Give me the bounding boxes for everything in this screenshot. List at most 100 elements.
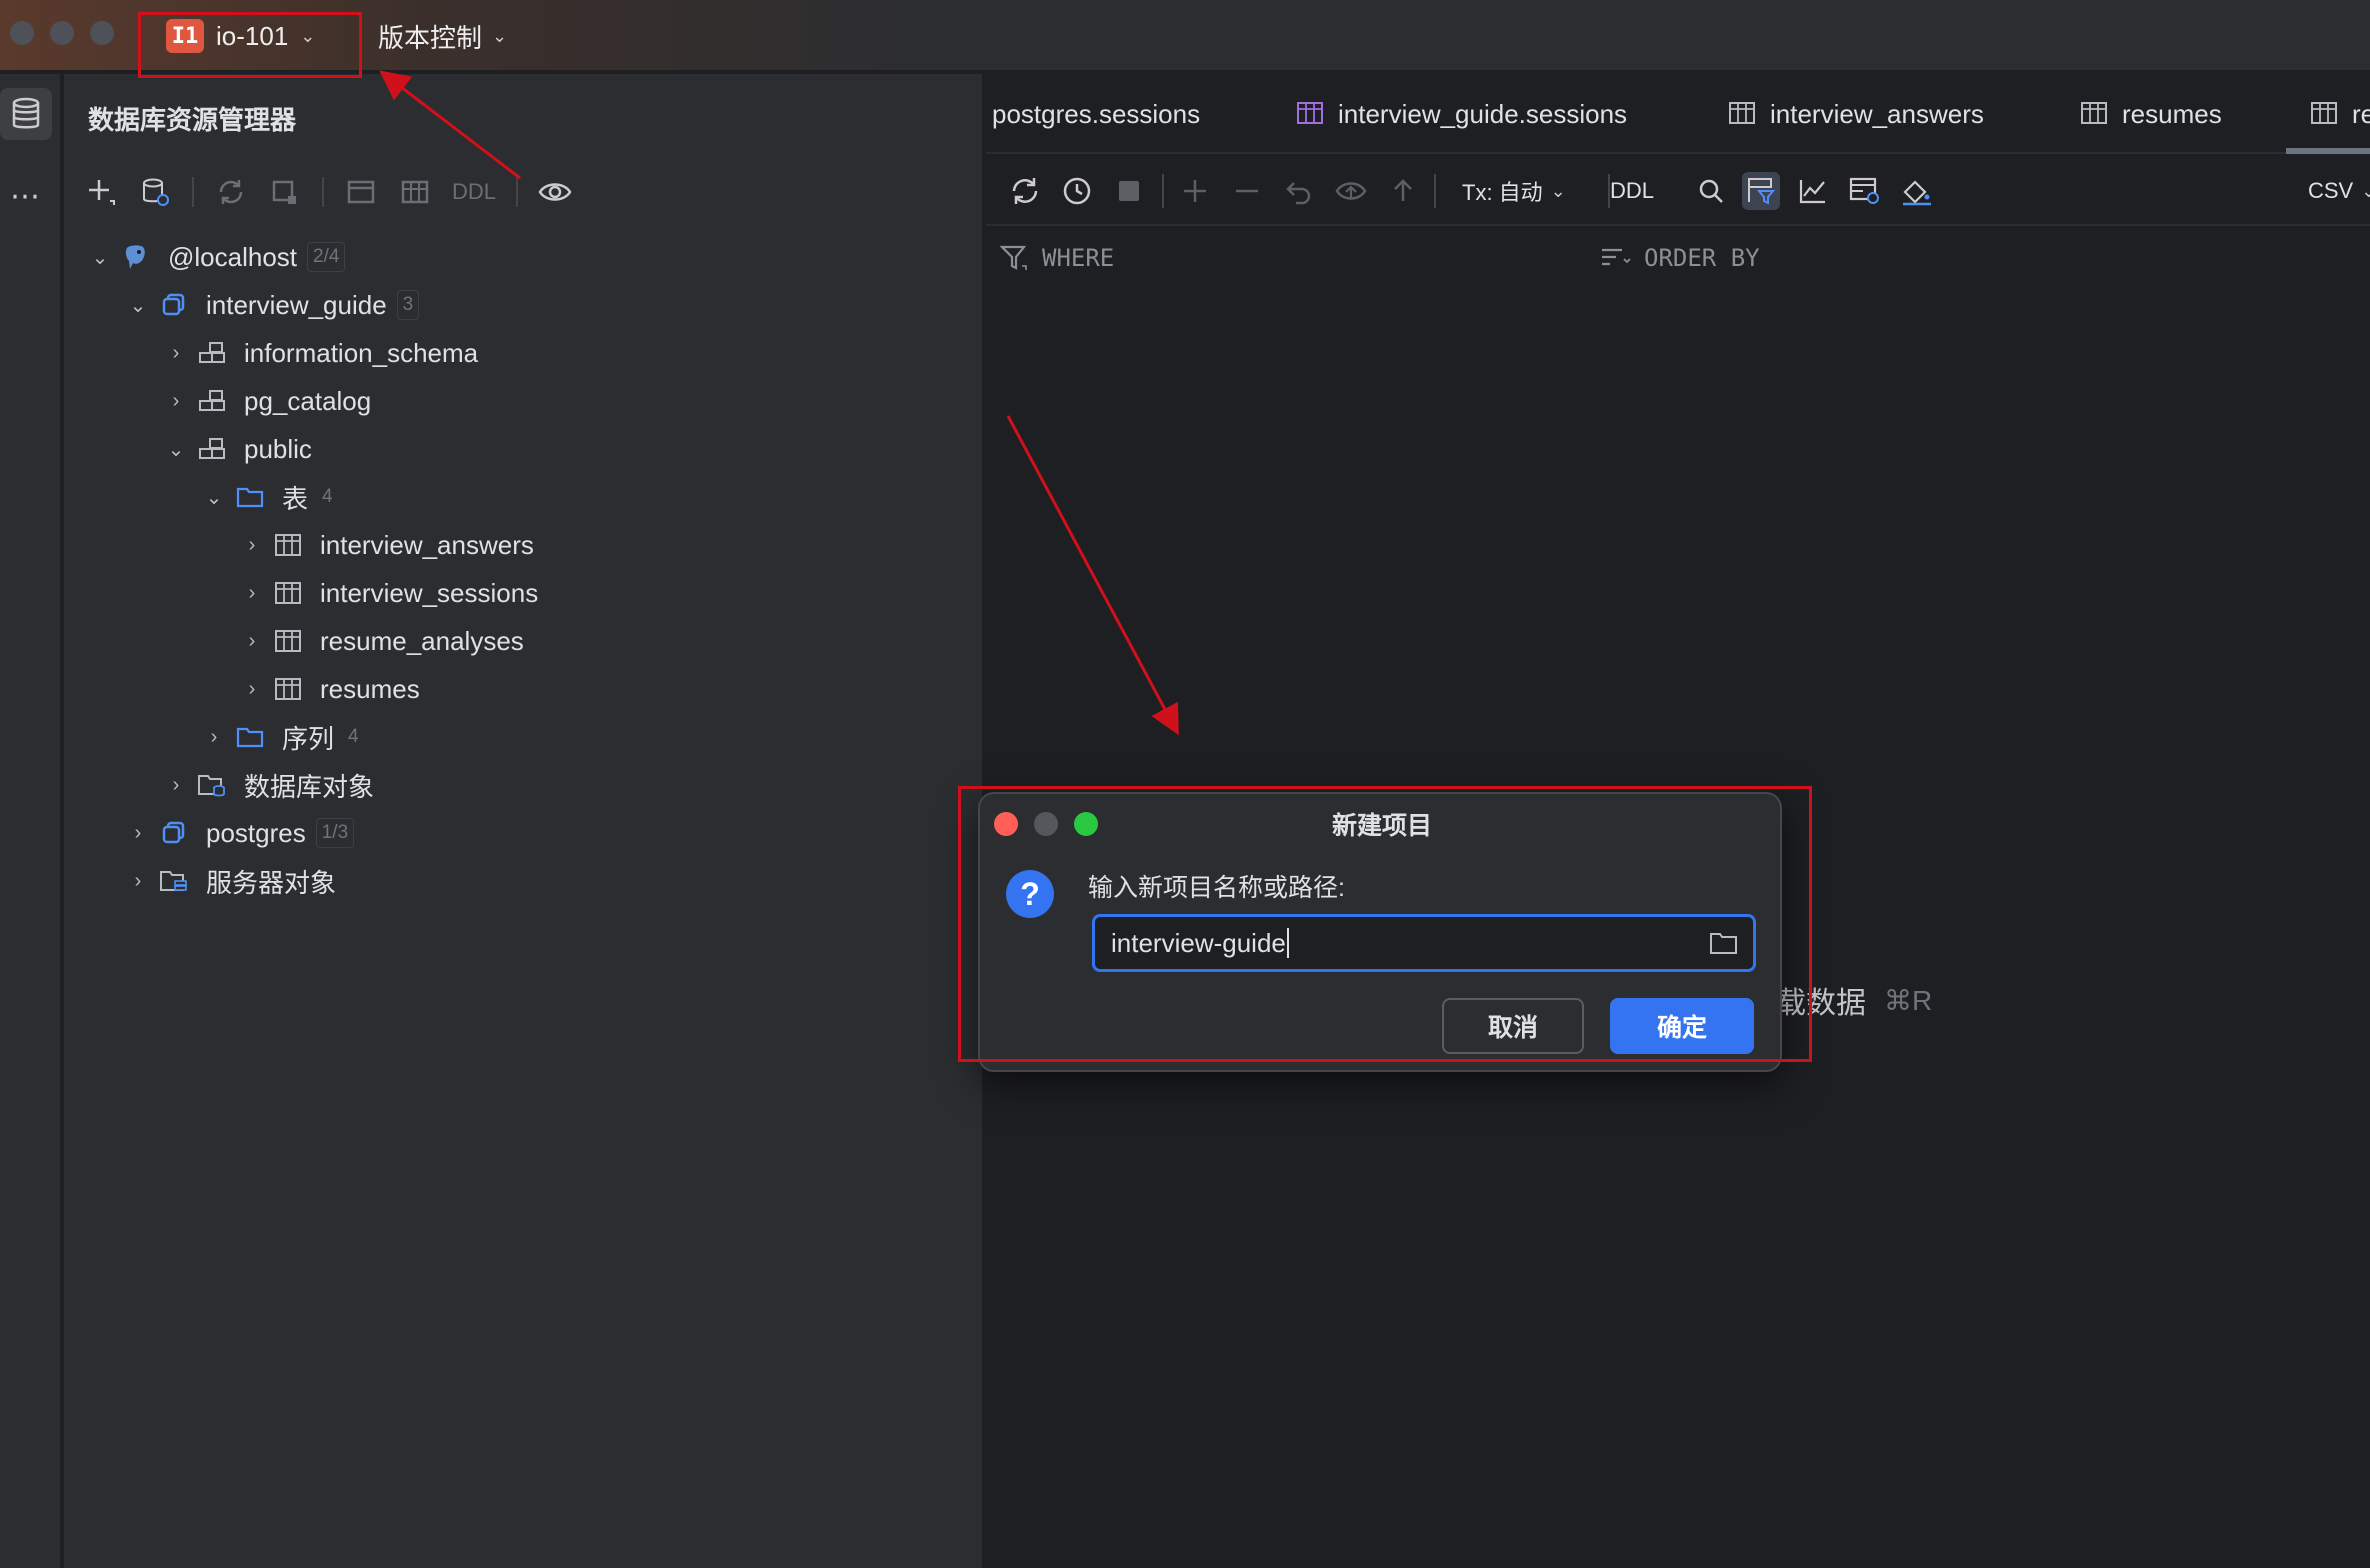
search-icon[interactable] [1692,172,1730,210]
order-by-label: ORDER BY [1644,244,1760,272]
tree-node-server-objects[interactable]: › 服务器对象 [120,858,336,904]
chevron-right-icon[interactable]: › [158,390,194,413]
chevron-right-icon[interactable]: › [234,534,270,557]
history-icon[interactable] [1058,172,1096,210]
tree-node-pg-catalog[interactable]: › pg_catalog [158,378,372,424]
ok-button[interactable]: 确定 [1610,998,1754,1054]
table-icon [270,578,306,608]
tree-node-sequences[interactable]: › 序列 4 [196,714,359,760]
refresh-icon[interactable] [1006,172,1044,210]
datasource-properties-icon[interactable] [138,175,172,209]
folder-browse-icon[interactable] [1709,929,1739,957]
project-name-input[interactable]: interview-guide [1092,914,1756,972]
tree-node-resume-analyses[interactable]: › resume_analyses [234,618,524,664]
table-icon [1729,102,1755,124]
add-row-icon[interactable] [1176,172,1214,210]
window-close-button[interactable] [10,21,34,45]
new-project-dialog: 新建项目 ? 输入新项目名称或路径: interview-guide 取消 确定 [978,792,1782,1072]
database-tool-button[interactable] [0,88,52,140]
remove-row-icon[interactable] [1228,172,1266,210]
tx-label: Tx: 自动 [1462,180,1543,205]
submit-icon[interactable] [1384,172,1422,210]
chart-icon[interactable] [1794,172,1832,210]
tree-node-tables[interactable]: ⌄ 表 4 [196,474,333,520]
chevron-right-icon[interactable]: › [120,822,156,845]
database-explorer-panel: 数据库资源管理器 DDL ⌄ @localhost 2/4 ⌄ intervie… [64,74,984,1568]
ddl-button[interactable]: DDL [452,179,496,205]
order-by-filter[interactable]: ORDER BY [1600,244,1760,272]
chevron-down-icon[interactable]: ⌄ [120,293,156,318]
tab-label: interview_guide.sessions [1338,98,1628,129]
tree-node-public[interactable]: ⌄ public [158,426,312,472]
tab-interview-answers[interactable]: interview_answers [1728,74,1984,154]
tool-window-strip: ⋯ [0,74,62,1568]
tree-node-postgres[interactable]: › postgres 1/3 [120,810,355,856]
tree-node-localhost[interactable]: ⌄ @localhost 2/4 [82,234,346,280]
chevron-down-icon[interactable]: ⌄ [158,437,194,462]
chevron-down-icon[interactable]: ⌄ [82,245,118,270]
chevron-down-icon: ⌄ [492,25,508,46]
tab-resume-analyses[interactable]: re [2310,74,2370,154]
tree-label: information_schema [244,337,479,368]
tree-label: public [244,433,312,464]
chevron-right-icon[interactable]: › [196,726,232,749]
chevron-right-icon[interactable]: › [234,582,270,605]
refresh-icon[interactable] [214,175,248,209]
csv-label: CSV [2308,178,2354,203]
editor-tabs: postgres.sessions interview_guide.sessio… [986,74,2370,154]
export-format-dropdown[interactable]: CSV ⌄ [2308,174,2370,208]
tree-label: resumes [320,673,420,704]
console-icon[interactable] [344,175,378,209]
chevron-right-icon[interactable]: › [234,678,270,701]
chevron-right-icon[interactable]: › [234,630,270,653]
window-zoom-button[interactable] [90,21,114,45]
tab-resumes[interactable]: resumes [2080,74,2222,154]
tree-label: interview_guide [206,289,387,320]
toolbar-separator [1162,174,1164,208]
revert-icon[interactable] [1280,172,1318,210]
vcs-menu[interactable]: 版本控制 ⌄ [378,16,507,56]
panel-title: 数据库资源管理器 [88,105,297,135]
chevron-down-icon[interactable]: ⌄ [196,485,232,510]
toolbar-separator [192,177,194,207]
where-filter[interactable]: WHERE [1000,244,1114,272]
tab-interview-guide-sessions[interactable]: interview_guide.sessions [1296,74,1627,154]
chevron-down-icon: ⌄ [300,25,316,46]
tree-node-database-objects[interactable]: › 数据库对象 [158,762,374,808]
count-badge: 1/3 [315,818,355,848]
add-icon[interactable] [84,175,118,209]
count-badge: 2/4 [307,242,346,272]
chevron-right-icon[interactable]: › [120,870,156,893]
project-switcher[interactable]: I1 io-101 ⌄ [166,16,315,56]
filter-bar: WHERE ORDER BY [986,228,2370,284]
stop-query-icon[interactable] [268,175,302,209]
transaction-mode-dropdown[interactable]: Tx: 自动 ⌄ [1462,174,1566,208]
cancel-button[interactable]: 取消 [1442,998,1584,1054]
eye-icon[interactable] [538,175,572,209]
view-settings-icon[interactable] [1846,172,1884,210]
tree-node-information-schema[interactable]: › information_schema [158,330,478,376]
window-minimize-button[interactable] [50,21,74,45]
tree-node-interview-sessions[interactable]: › interview_sessions [234,570,539,616]
paint-bucket-icon[interactable] [1898,172,1936,210]
stop-icon[interactable] [1110,172,1148,210]
tree-node-interview-answers[interactable]: › interview_answers [234,522,534,568]
reload-data-hint[interactable]: 载数据 ⌘R [1776,978,1932,1022]
project-badge: I1 [166,19,204,53]
tree-node-interview-guide[interactable]: ⌄ interview_guide 3 [120,282,420,328]
tree-label: interview_sessions [320,577,539,608]
ddl-button[interactable]: DDL [1610,174,1654,208]
tab-postgres-sessions[interactable]: postgres.sessions [992,74,1200,154]
count-badge: 3 [396,290,420,320]
database-icon [156,290,192,320]
tree-label: 序列 [282,723,335,754]
tree-node-resumes[interactable]: › resumes [234,666,420,712]
more-icon[interactable]: ⋯ [0,170,52,222]
table-icon [270,674,306,704]
chevron-right-icon[interactable]: › [158,342,194,365]
tree-label: 表 [282,483,309,514]
chevron-right-icon[interactable]: › [158,774,194,797]
filter-toggle-icon[interactable] [1742,172,1780,210]
preview-icon[interactable] [1332,172,1370,210]
table-icon[interactable] [398,175,432,209]
